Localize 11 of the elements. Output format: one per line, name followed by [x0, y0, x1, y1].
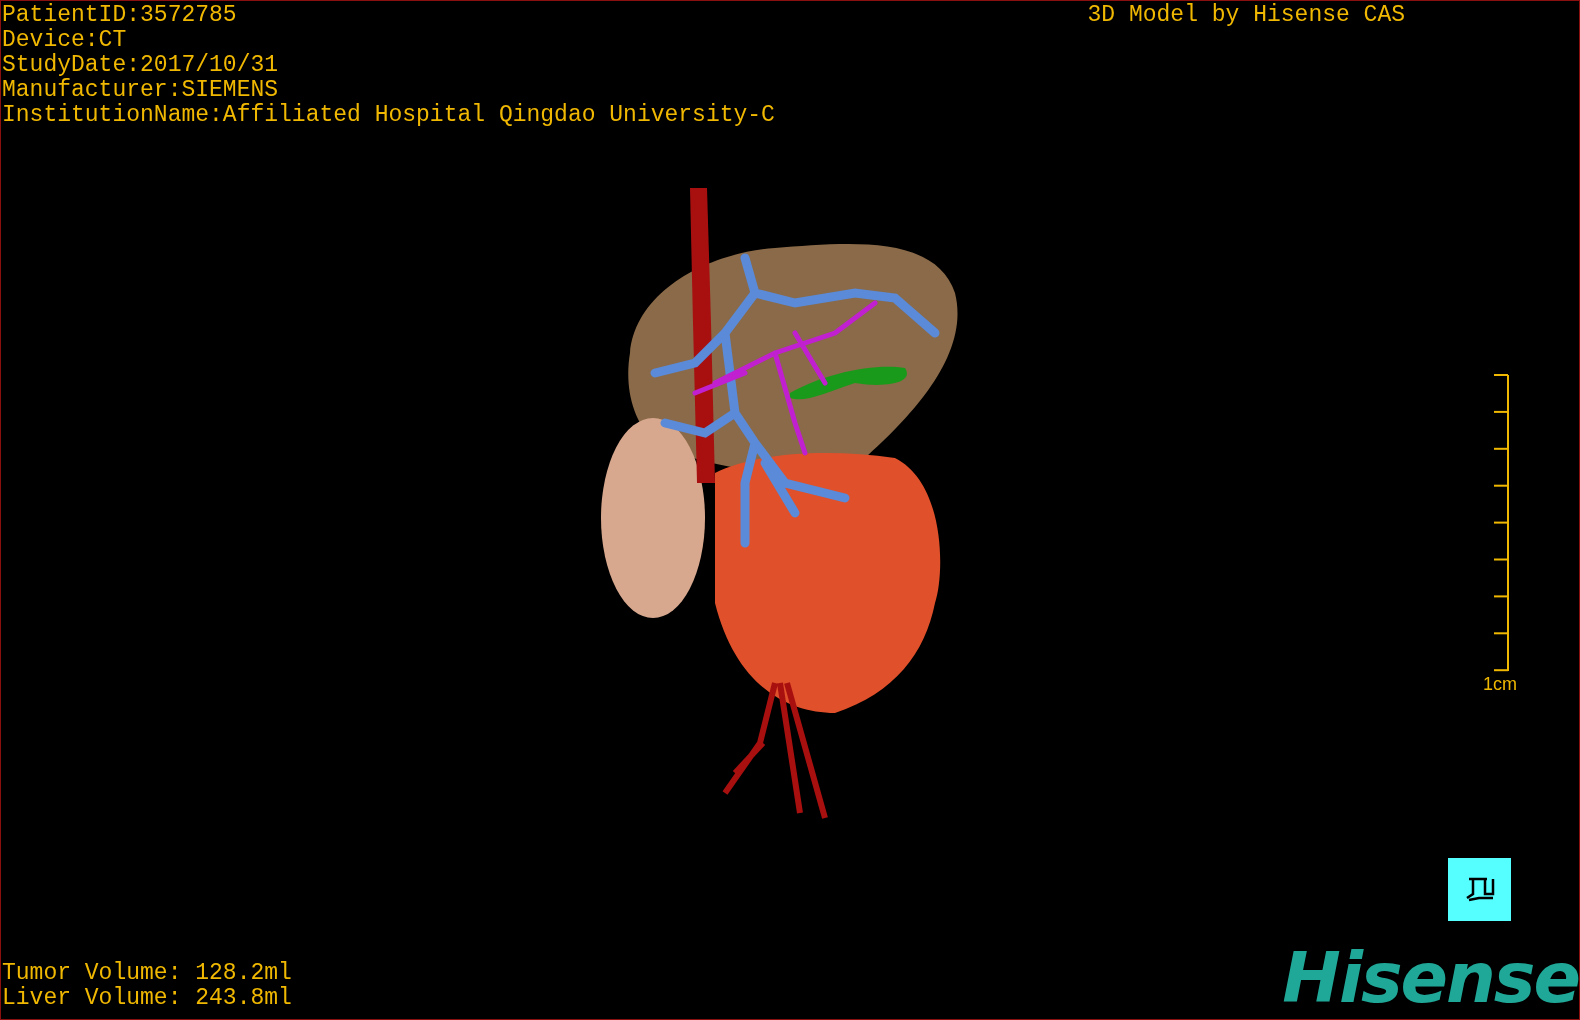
study-info-line: InstitutionName:Affiliated Hospital Qingdao University-C [2, 103, 776, 128]
volume-reading: Tumor Volume: 128.2ml [2, 961, 293, 986]
brand-logo: Hisense [1282, 939, 1579, 1017]
volume-reading: Liver Volume: 243.8ml [2, 986, 293, 1011]
study-info-line: PatientID:3572785 [2, 3, 238, 28]
scale-label: 1cm [1483, 674, 1517, 695]
study-info-line: StudyDate:2017/10/31 [2, 53, 280, 78]
app-title: 3D Model by Hisense CAS [1087, 1, 1406, 30]
orientation-cube-icon[interactable] [1448, 858, 1511, 921]
study-info-line: Device:CT [2, 28, 128, 53]
study-info-line: Manufacturer:SIEMENS [2, 78, 280, 103]
